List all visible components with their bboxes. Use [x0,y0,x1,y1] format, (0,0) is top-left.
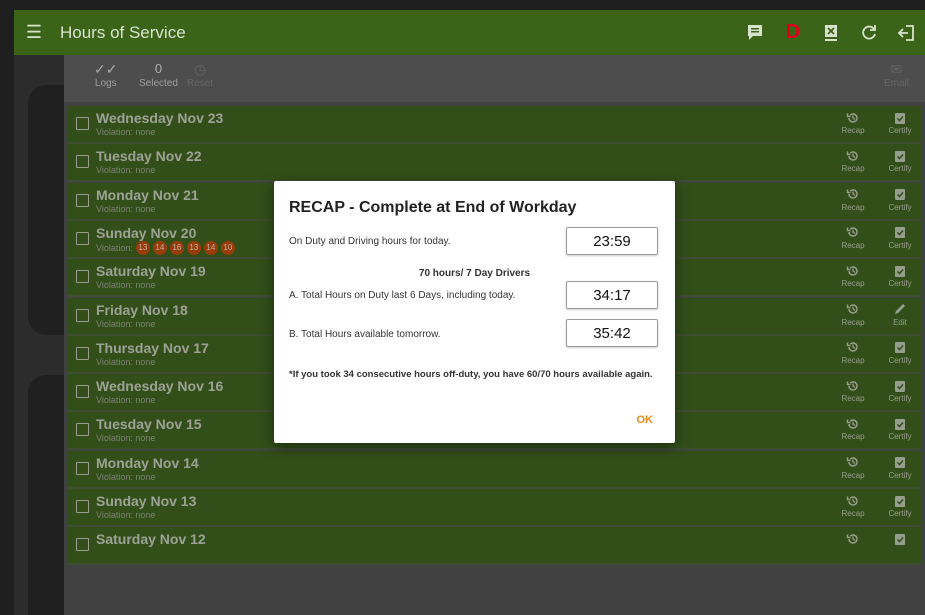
logout-icon[interactable] [895,21,919,45]
total-b-value: 35:42 [566,319,658,347]
dialog-note: *If you took 34 consecutive hours off-du… [289,369,653,380]
app-bar: ☰ Hours of Service D [14,10,925,55]
recap-dialog: RECAP - Complete at End of Workday On Du… [274,181,675,443]
on-duty-value: 23:59 [566,227,658,255]
total-a-value: 34:17 [566,281,658,309]
messages-icon[interactable] [743,21,767,45]
on-duty-label: On Duty and Driving hours for today. [289,236,451,247]
dialog-title: RECAP - Complete at End of Workday [289,199,577,216]
eld-device-icon[interactable] [819,21,843,45]
total-a-label: A. Total Hours on Duty last 6 Days, incl… [289,290,516,301]
app-bar-actions: D [743,10,919,55]
refresh-icon[interactable] [857,21,881,45]
driving-status-icon[interactable]: D [781,21,805,45]
total-b-label: B. Total Hours available tomorrow. [289,329,441,340]
app-title: Hours of Service [60,22,186,42]
ok-button[interactable]: OK [637,414,654,426]
drivers-subheading: 70 hours/ 7 Day Drivers [418,268,531,279]
menu-icon[interactable]: ☰ [14,22,54,43]
device-frame: ☰ Hours of Service D ✓✓ Logs 0 Selected … [0,0,925,615]
